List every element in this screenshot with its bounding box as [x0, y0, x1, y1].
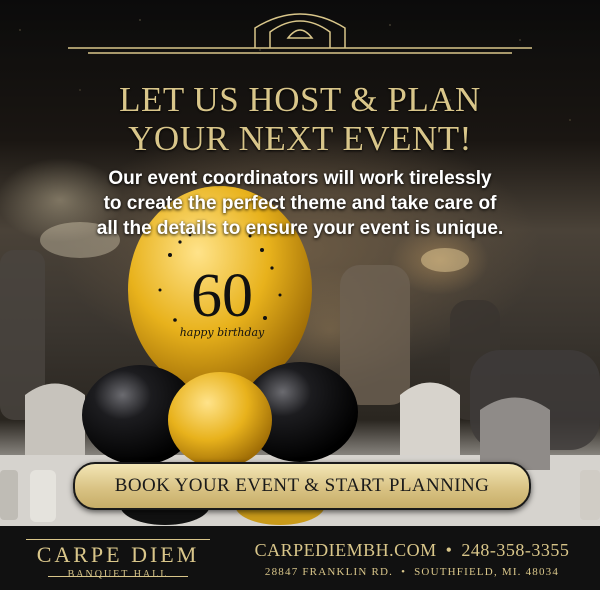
separator: •	[401, 566, 407, 578]
balloon-number: 60	[191, 262, 253, 330]
balloon-centerpiece: 60 happy birthday	[82, 186, 358, 525]
logo-sub-text: BANQUET HALL	[67, 569, 169, 580]
subheadline: Our event coordinators will work tireles…	[40, 166, 560, 241]
subheadline-line-1: Our event coordinators will work tireles…	[108, 168, 492, 189]
carpe-diem-logo[interactable]: CARPE DIEM BANQUET HALL	[18, 534, 218, 586]
separator: •	[445, 540, 453, 560]
headline-line-1: LET US HOST & PLAN	[119, 80, 481, 119]
book-event-button[interactable]: BOOK YOUR EVENT & START PLANNING	[73, 462, 531, 510]
logo-rule	[48, 576, 188, 577]
contact-address: 28847 FRANKLIN RD. • SOUTHFIELD, MI. 480…	[232, 566, 592, 578]
event-ad-banner: 60 happy birthday LET US HOST & PLAN YOU…	[0, 0, 600, 590]
subheadline-line-3: all the details to ensure your event is …	[96, 218, 504, 239]
contact-primary: CARPEDIEMBH.COM • 248-358-3355	[232, 540, 592, 561]
deco-ornament	[68, 13, 532, 54]
logo-main-text: CARPE DIEM	[36, 542, 200, 567]
headline: LET US HOST & PLAN YOUR NEXT EVENT!	[0, 80, 600, 158]
subheadline-line-2: to create the perfect theme and take car…	[103, 193, 497, 214]
footer: CARPE DIEM BANQUET HALL CARPEDIEMBH.COM …	[0, 526, 600, 590]
website-link[interactable]: CARPEDIEMBH.COM	[255, 540, 437, 560]
book-event-button-label: BOOK YOUR EVENT & START PLANNING	[114, 475, 490, 496]
balloon-caption: happy birthday	[180, 326, 265, 339]
logo-rule	[26, 539, 210, 540]
street-address: 28847 FRANKLIN RD.	[264, 566, 394, 578]
city-address: SOUTHFIELD, MI. 48034	[414, 566, 560, 578]
headline-line-2: YOUR NEXT EVENT!	[128, 119, 472, 158]
phone-link[interactable]: 248-358-3355	[461, 540, 569, 560]
gold-balloon-small	[168, 372, 272, 468]
